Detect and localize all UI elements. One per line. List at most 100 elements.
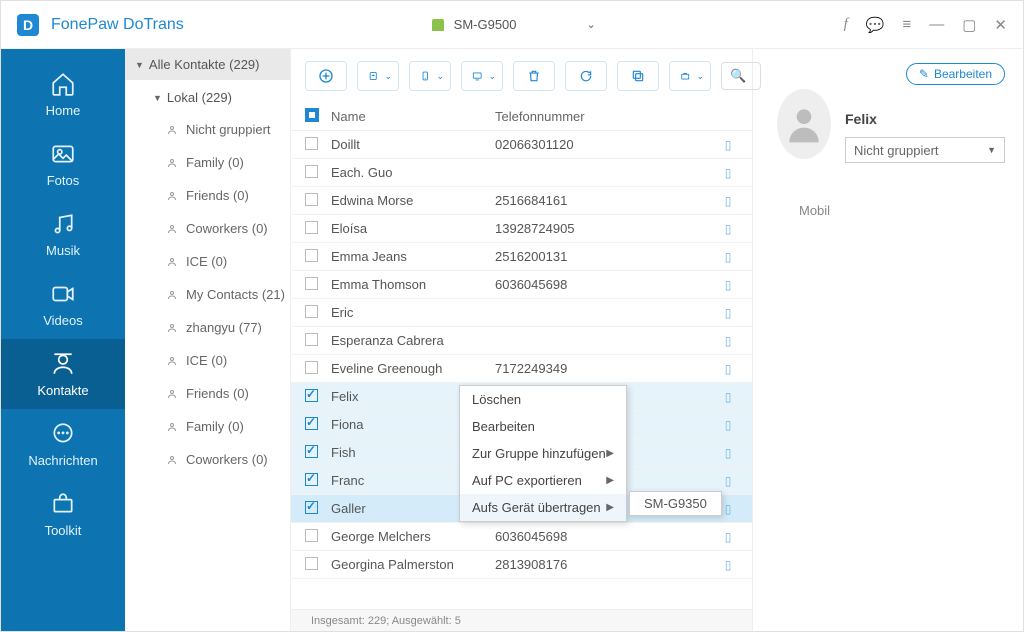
row-checkbox[interactable]	[305, 249, 318, 262]
more-button[interactable]: ⌄	[669, 61, 711, 91]
pencil-icon: ✎	[919, 67, 929, 81]
sidebar-item-kontakte[interactable]: Kontakte	[1, 339, 125, 409]
phone-icon: ▯	[718, 362, 738, 376]
table-row[interactable]: Emma Jeans2516200131▯	[291, 243, 752, 271]
share-icon[interactable]: f	[844, 16, 848, 33]
sidebar-item-musik[interactable]: Musik	[1, 199, 125, 269]
tree-group[interactable]: Family (0)	[125, 146, 290, 179]
table-row[interactable]: Edwina Morse2516684161▯	[291, 187, 752, 215]
row-checkbox[interactable]	[305, 221, 318, 234]
tree-root[interactable]: ▼Alle Kontakte (229)	[125, 49, 290, 80]
row-checkbox[interactable]	[305, 389, 318, 402]
column-phone[interactable]: Telefonnummer	[495, 109, 738, 124]
row-name: Eloísa	[331, 221, 495, 236]
row-checkbox[interactable]	[305, 529, 318, 542]
row-checkbox[interactable]	[305, 333, 318, 346]
table-row[interactable]: Each. Guo▯	[291, 159, 752, 187]
contacts-table: Name Telefonnummer Doillt02066301120▯Eac…	[291, 103, 752, 631]
phone-icon: ▯	[718, 278, 738, 292]
content-pane: ⌄ ⌄ ⌄ ⌄ 🔍 Name Telefonnummer Doillt02	[291, 49, 753, 631]
context-menu-item[interactable]: Aufs Gerät übertragen▶	[460, 494, 626, 521]
caret-down-icon: ▼	[135, 60, 144, 70]
tree-local[interactable]: ▼Lokal (229)	[125, 80, 290, 113]
feedback-icon[interactable]: 💬	[866, 16, 885, 34]
table-row[interactable]: Eveline Greenough7172249349▯	[291, 355, 752, 383]
table-row[interactable]: Eloísa13928724905▯	[291, 215, 752, 243]
row-checkbox[interactable]	[305, 137, 318, 150]
select-all-checkbox[interactable]	[305, 108, 319, 122]
table-row[interactable]: George Melchers6036045698▯	[291, 523, 752, 551]
sidebar-item-fotos[interactable]: Fotos	[1, 129, 125, 199]
edit-button[interactable]: ✎ Bearbeiten	[906, 63, 1005, 85]
context-menu-item[interactable]: Löschen	[460, 386, 626, 413]
tree-group[interactable]: ICE (0)	[125, 344, 290, 377]
row-checkbox[interactable]	[305, 361, 318, 374]
import-phone-button[interactable]: ⌄	[409, 61, 451, 91]
phone-icon: ▯	[718, 138, 738, 152]
tree-group[interactable]: Coworkers (0)	[125, 443, 290, 476]
sidebar-item-toolkit[interactable]: Toolkit	[1, 479, 125, 549]
app-window: D FonePaw DoTrans SM-G9500 ⌄ f 💬 ≡ — ▢ ✕…	[0, 0, 1024, 632]
sidebar-item-videos[interactable]: Videos	[1, 269, 125, 339]
row-checkbox[interactable]	[305, 305, 318, 318]
phone-icon: ▯	[718, 474, 738, 488]
table-row[interactable]: Eric▯	[291, 299, 752, 327]
row-name: Esperanza Cabrera	[331, 333, 495, 348]
table-row[interactable]: Georgina Palmerston2813908176▯	[291, 551, 752, 579]
row-checkbox[interactable]	[305, 277, 318, 290]
context-menu-item[interactable]: Bearbeiten	[460, 413, 626, 440]
tree-group[interactable]: zhangyu (77)	[125, 311, 290, 344]
phone-icon: ▯	[718, 530, 738, 544]
device-selector[interactable]: SM-G9500 ⌄	[432, 17, 596, 32]
add-button[interactable]	[305, 61, 347, 91]
titlebar: D FonePaw DoTrans SM-G9500 ⌄ f 💬 ≡ — ▢ ✕	[1, 1, 1023, 49]
maximize-icon[interactable]: ▢	[962, 16, 976, 34]
row-phone: 2516684161	[495, 193, 718, 208]
row-checkbox[interactable]	[305, 557, 318, 570]
phone-icon: ▯	[718, 250, 738, 264]
tree-group[interactable]: ICE (0)	[125, 245, 290, 278]
chevron-down-icon: ⌄	[436, 71, 444, 82]
table-row[interactable]: Doillt02066301120▯	[291, 131, 752, 159]
music-icon	[50, 211, 76, 237]
row-checkbox[interactable]	[305, 165, 318, 178]
context-menu-item[interactable]: Auf PC exportieren▶	[460, 467, 626, 494]
tree-group[interactable]: Friends (0)	[125, 377, 290, 410]
table-row[interactable]: Esperanza Cabrera ▯	[291, 327, 752, 355]
row-checkbox[interactable]	[305, 473, 318, 486]
table-row[interactable]: Emma Thomson6036045698▯	[291, 271, 752, 299]
tree-group[interactable]: Nicht gruppiert	[125, 113, 290, 146]
contacts-icon	[50, 351, 76, 377]
delete-button[interactable]	[513, 61, 555, 91]
row-checkbox[interactable]	[305, 501, 318, 514]
row-checkbox[interactable]	[305, 417, 318, 430]
chevron-right-icon: ▶	[606, 448, 614, 459]
row-phone: 6036045698	[495, 277, 718, 292]
row-checkbox[interactable]	[305, 193, 318, 206]
row-phone: 6036045698	[495, 529, 718, 544]
menu-icon[interactable]: ≡	[902, 16, 911, 33]
table-header: Name Telefonnummer	[291, 103, 752, 131]
minimize-icon[interactable]: —	[929, 16, 944, 33]
row-name: Edwina Morse	[331, 193, 495, 208]
tree-group[interactable]: My Contacts (21)	[125, 278, 290, 311]
context-menu-item[interactable]: Zur Gruppe hinzufügen▶	[460, 440, 626, 467]
column-name[interactable]: Name	[331, 109, 495, 124]
copy-button[interactable]	[617, 61, 659, 91]
tree-group[interactable]: Family (0)	[125, 410, 290, 443]
caret-down-icon: ▼	[987, 145, 996, 155]
row-name: Georgina Palmerston	[331, 557, 495, 572]
app-title: FonePaw DoTrans	[51, 16, 184, 34]
sidebar-item-home[interactable]: Home	[1, 59, 125, 129]
phone-icon: ▯	[718, 334, 738, 348]
tree-group[interactable]: Coworkers (0)	[125, 212, 290, 245]
import-pc-button[interactable]: ⌄	[461, 61, 503, 91]
context-submenu[interactable]: SM-G9350	[629, 491, 722, 516]
export-button[interactable]: ⌄	[357, 61, 399, 91]
close-icon[interactable]: ✕	[994, 16, 1007, 34]
group-select[interactable]: Nicht gruppiert ▼	[845, 137, 1005, 163]
refresh-button[interactable]	[565, 61, 607, 91]
sidebar-item-nachrichten[interactable]: Nachrichten	[1, 409, 125, 479]
row-checkbox[interactable]	[305, 445, 318, 458]
tree-group[interactable]: Friends (0)	[125, 179, 290, 212]
